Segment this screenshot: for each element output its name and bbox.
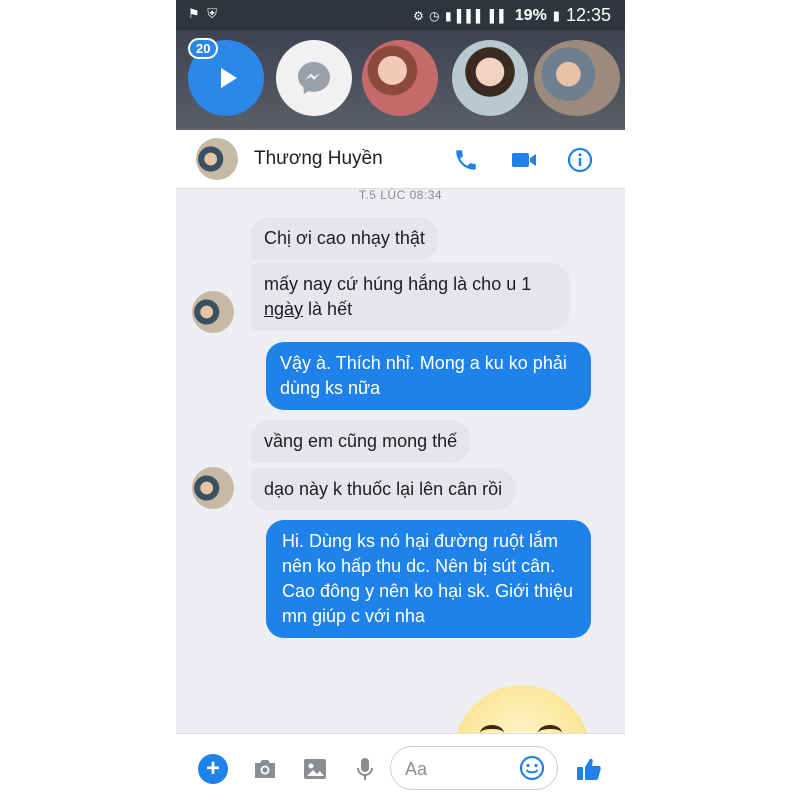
contact-chat-head-3[interactable] (534, 40, 620, 116)
message-bubble-outgoing[interactable]: Vậy à. Thích nhỉ. Mong a ku ko phải dùng… (266, 342, 591, 410)
microphone-icon[interactable] (350, 754, 380, 784)
contact-chat-head-2[interactable] (452, 40, 528, 116)
phone-icon[interactable] (452, 146, 480, 174)
contact-avatar[interactable] (196, 138, 238, 180)
signal-icons: ⚙ ◷ ▮ ▌▌▌ ▌▌ (413, 8, 509, 23)
emoji-icon[interactable] (519, 755, 545, 786)
message-text: Hi. Dùng ks nó hại đường ruột lắm nên ko… (282, 531, 573, 626)
message-bubble-incoming[interactable]: vầng em cũng mong thế (250, 420, 472, 463)
contact-avatar-small[interactable] (192, 467, 234, 509)
message-composer: + (176, 733, 625, 800)
play-icon (220, 68, 237, 88)
message-input-box[interactable] (390, 746, 558, 790)
message-text: là hết (303, 299, 353, 319)
conversation-panel: Thương Huyền T.5 LÚC 08:34 Chị ơi cao nh… (176, 130, 625, 800)
message-input[interactable] (403, 756, 517, 782)
message-bubble-incoming[interactable]: mấy nay cứ húng hắng là cho u 1 ngày là … (250, 263, 570, 331)
messenger-chat-head[interactable] (276, 40, 352, 116)
battery-icon: ▮ (552, 7, 560, 23)
phone-screen: ⚑ ⛨ ⚙ ◷ ▮ ▌▌▌ ▌▌ 19% ▮ 12:35 20 Thương H… (176, 0, 625, 800)
thumbs-up-icon[interactable] (574, 754, 604, 784)
message-timestamp: T.5 LÚC 08:34 (358, 188, 443, 202)
status-bar: ⚑ ⛨ ⚙ ◷ ▮ ▌▌▌ ▌▌ 19% ▮ 12:35 (176, 0, 625, 30)
contact-avatar-small[interactable] (192, 291, 234, 333)
video-camera-icon[interactable] (510, 146, 538, 174)
chat-heads-bar: 20 (176, 30, 625, 130)
info-icon[interactable] (566, 146, 594, 174)
battery-level: 19% (514, 6, 547, 24)
contact-name[interactable]: Thương Huyền (254, 148, 383, 170)
camera-icon[interactable] (250, 754, 280, 784)
message-bubble-incoming[interactable]: dạo này k thuốc lại lên cân rồi (250, 468, 517, 511)
message-bubble-incoming[interactable]: Chị ơi cao nhạy thật (250, 217, 439, 260)
message-text: Chị ơi cao nhạy thật (264, 228, 425, 248)
plus-icon[interactable]: + (198, 754, 228, 784)
message-text: dạo này k thuốc lại lên cân rồi (264, 479, 503, 499)
message-text: Vậy à. Thích nhỉ. Mong a ku ko phải dùng… (280, 353, 567, 398)
unread-badge: 20 (188, 38, 219, 59)
conversation-header: Thương Huyền (176, 130, 625, 189)
contact-chat-head-1[interactable] (362, 40, 438, 116)
messenger-icon (298, 62, 330, 94)
clock: 12:35 (565, 5, 611, 25)
notification-icons: ⚑ ⛨ (188, 6, 220, 21)
message-text: mấy nay cứ húng hắng là cho u 1 (264, 274, 532, 294)
message-text-underlined: ngày (264, 299, 304, 319)
message-bubble-outgoing[interactable]: Hi. Dùng ks nó hại đường ruột lắm nên ko… (266, 520, 591, 638)
message-text: vầng em cũng mong thế (264, 431, 458, 451)
gallery-icon[interactable] (300, 754, 330, 784)
